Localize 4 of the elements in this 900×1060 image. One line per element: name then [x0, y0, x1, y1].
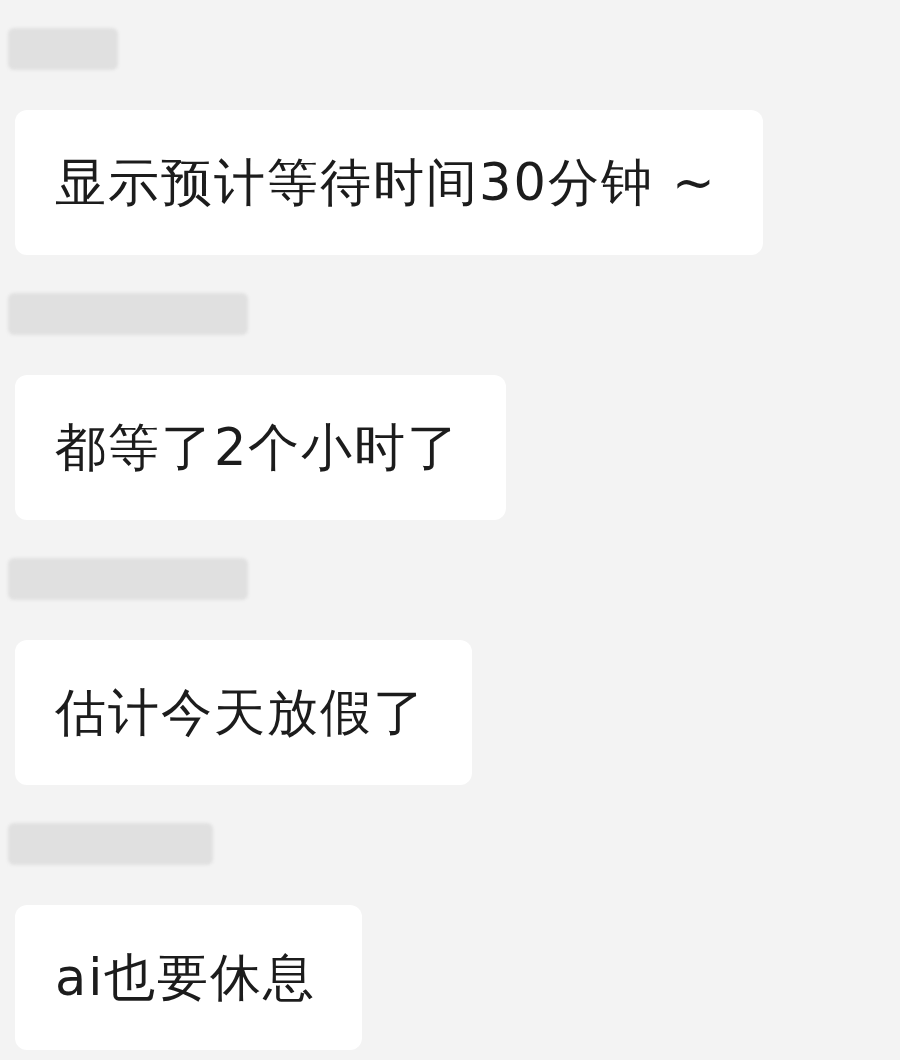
message-text: 都等了2个小时了: [55, 420, 461, 475]
message-text: 估计今天放假了: [55, 685, 426, 740]
message-text: 显示预计等待时间30分钟 ~: [55, 155, 717, 210]
message-text: ai也要休息: [55, 950, 317, 1005]
